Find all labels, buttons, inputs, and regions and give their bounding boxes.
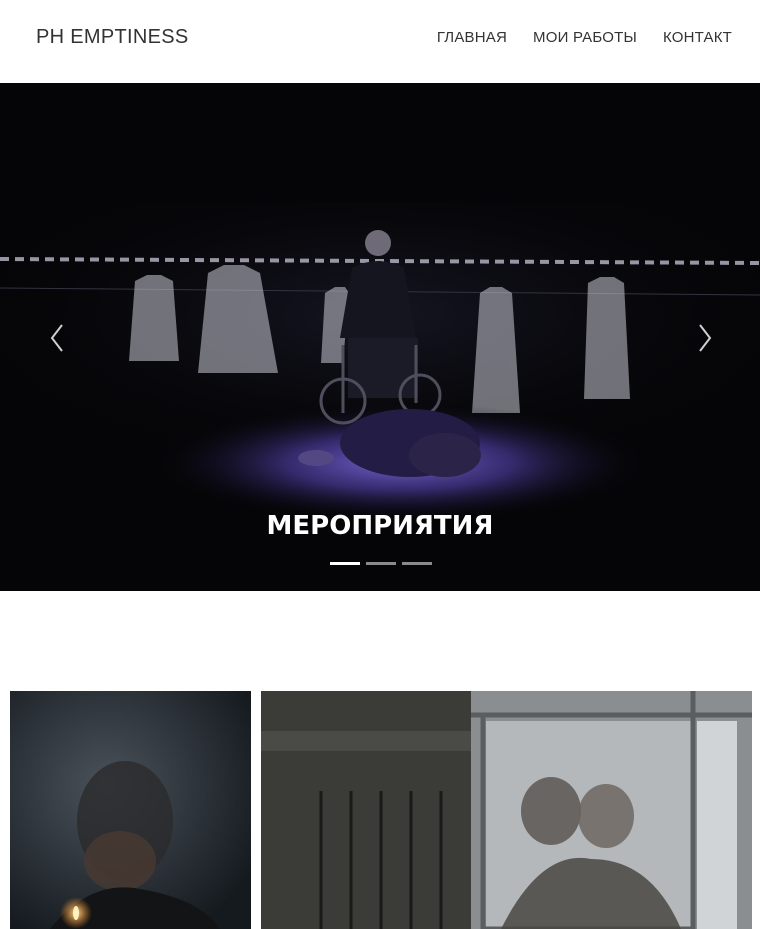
main-nav: ГЛАВНАЯ МОИ РАБОТЫ КОНТАКТ [437, 29, 732, 46]
hero-slider: МЕРОПРИЯТИЯ [0, 83, 760, 591]
couple-behind-glass-photo [261, 691, 752, 929]
man-lighting-cigarette-photo [10, 691, 251, 929]
gallery-item-2[interactable] [261, 691, 752, 929]
slider-prev-button[interactable] [44, 321, 72, 355]
gallery-item-1[interactable] [10, 691, 251, 929]
slide-caption: МЕРОПРИЯТИЯ [266, 511, 494, 541]
chevron-right-icon [699, 324, 712, 352]
slider-indicators [330, 562, 432, 565]
nav-item-contact[interactable]: КОНТАКТ [663, 29, 732, 46]
slider-dot-3[interactable] [402, 562, 432, 565]
nav-item-home[interactable]: ГЛАВНАЯ [437, 29, 507, 46]
site-logo[interactable]: PH EMPTINESS [36, 26, 189, 49]
slider-dot-1[interactable] [330, 562, 360, 565]
slider-next-button[interactable] [690, 321, 718, 355]
chevron-left-icon [50, 324, 63, 352]
site-header: PH EMPTINESS ГЛАВНАЯ МОИ РАБОТЫ КОНТАКТ [0, 0, 760, 83]
nav-item-my-works[interactable]: МОИ РАБОТЫ [533, 29, 637, 46]
slider-dot-2[interactable] [366, 562, 396, 565]
